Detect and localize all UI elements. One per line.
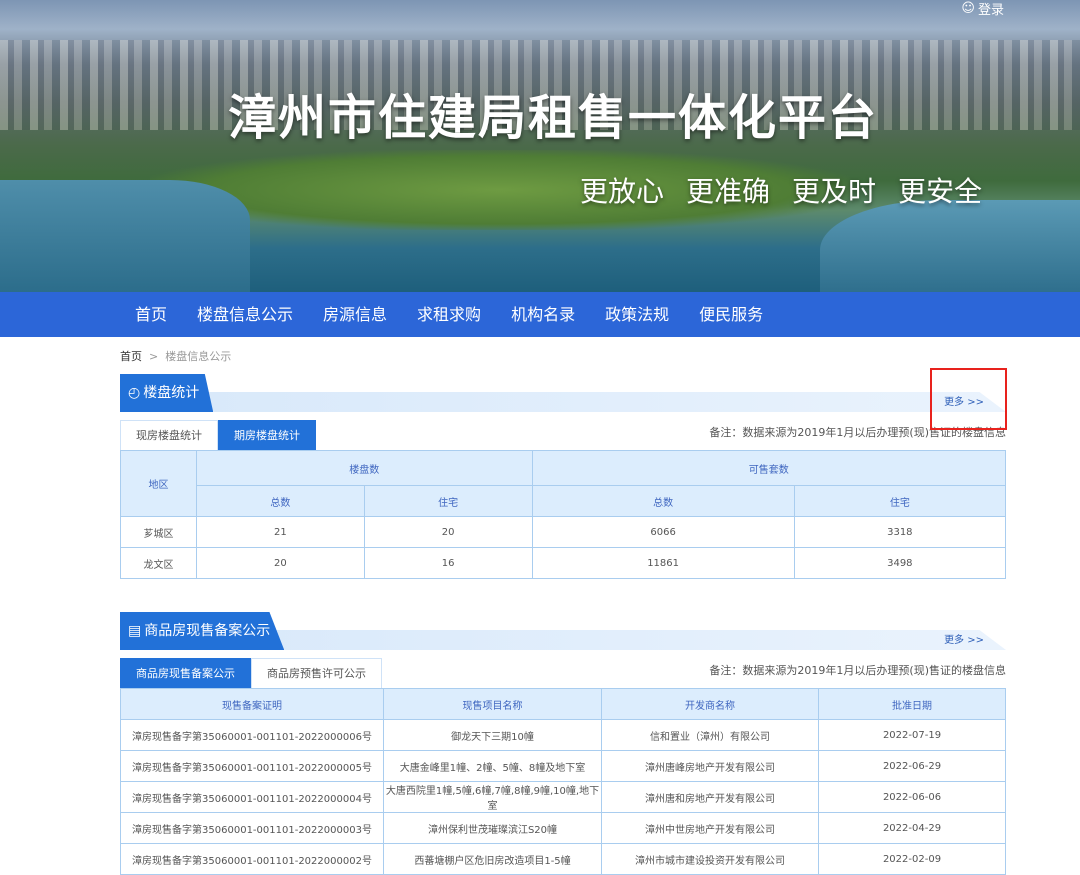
breadcrumb-home[interactable]: 首页 [120, 350, 142, 363]
project-cell[interactable]: 西蕃塘棚户区危旧房改造项目1-5幢 [383, 843, 602, 875]
certificate-cell[interactable]: 漳房现售备字第35060001-001101-2022000005号 [120, 750, 384, 782]
section-title-text: 商品房现售备案公示 [144, 623, 271, 639]
site-title: 漳州市住建局租售一体化平台 [228, 90, 879, 146]
slogan-item: 更准确 [686, 175, 771, 208]
stats-section: ◴ 楼盘统计 更多 >> 现房楼盘统计 期房楼盘统计 备注：数据来源为2019年1… [120, 374, 1007, 579]
filing-tabs: 商品房现售备案公示 商品房预售许可公示 备注：数据来源为2019年1月以后办理预… [120, 658, 1006, 688]
table-row: 漳房现售备字第35060001-001101-2022000005号 大唐金峰里1… [120, 750, 1006, 782]
slogan: 更放心 更准确 更及时 更安全 [580, 170, 982, 210]
more-link[interactable]: 更多 >> [944, 631, 984, 646]
table-row: 漳房现售备字第35060001-001101-2022000003号 漳州保利世茂… [120, 812, 1006, 844]
section-title: ◴ 楼盘统计 [120, 374, 214, 412]
slogan-item: 更及时 [792, 175, 877, 208]
lake-image [820, 200, 1080, 292]
nav-agencies[interactable]: 机构名录 [496, 292, 590, 337]
table-row: 龙文区 20 16 11861 3498 [120, 547, 1007, 579]
cell: 20 [363, 516, 533, 548]
date-cell: 2022-04-29 [818, 812, 1006, 844]
cell: 11861 [531, 547, 795, 579]
slogan-item: 更放心 [580, 175, 665, 208]
col-total: 总数 [531, 485, 795, 517]
pie-chart-icon: ◴ [128, 385, 141, 401]
developer-cell: 信和置业（漳州）有限公司 [601, 719, 819, 751]
project-cell[interactable]: 御龙天下三期10幢 [383, 719, 602, 751]
col-residential: 住宅 [793, 485, 1007, 517]
col-region: 地区 [120, 450, 197, 517]
cell: 龙文区 [120, 547, 197, 579]
developer-cell: 漳州市城市建设投资开发有限公司 [601, 843, 819, 875]
col-group-projects: 楼盘数 [196, 450, 533, 486]
date-cell: 2022-06-29 [818, 750, 1006, 782]
col-residential: 住宅 [363, 485, 533, 517]
tab-existing-stats[interactable]: 现房楼盘统计 [120, 420, 218, 450]
filing-table: 现售备案证明 现售项目名称 开发商名称 批准日期 漳房现售备字第35060001… [120, 688, 1006, 875]
certificate-cell[interactable]: 漳房现售备字第35060001-001101-2022000004号 [120, 781, 384, 813]
col-certificate: 现售备案证明 [120, 688, 384, 720]
main-nav: 首页 楼盘信息公示 房源信息 求租求购 机构名录 政策法规 便民服务 [0, 292, 1080, 337]
project-cell[interactable]: 大唐西院里1幢,5幢,6幢,7幢,8幢,9幢,10幢,地下室 [383, 781, 602, 813]
section-header: ▤ 商品房现售备案公示 更多 >> [120, 612, 1006, 650]
banner: ☺ 登录 漳州市住建局租售一体化平台 更放心 更准确 更及时 更安全 [0, 0, 1080, 292]
table-row: 漳房现售备字第35060001-001101-2022000004号 大唐西院里1… [120, 781, 1006, 813]
certificate-cell[interactable]: 漳房现售备字第35060001-001101-2022000003号 [120, 812, 384, 844]
breadcrumb-current: 楼盘信息公示 [165, 350, 232, 363]
cell: 3498 [793, 547, 1007, 579]
nav-home[interactable]: 首页 [120, 292, 182, 337]
section-header: ◴ 楼盘统计 更多 >> [120, 374, 1006, 412]
cell: 6066 [531, 516, 795, 548]
nav-listings[interactable]: 房源信息 [308, 292, 402, 337]
certificate-cell[interactable]: 漳房现售备字第35060001-001101-2022000006号 [120, 719, 384, 751]
table-row: 漳房现售备字第35060001-001101-2022000002号 西蕃塘棚户区… [120, 843, 1006, 875]
stats-table: 地区 楼盘数 可售套数 总数 住宅 总数 住宅 芗城区 21 20 6066 3318 … [120, 450, 1007, 579]
cell: 20 [196, 547, 365, 579]
date-cell: 2022-06-06 [818, 781, 1006, 813]
project-cell[interactable]: 大唐金峰里1幢、2幢、5幢、8幢及地下室 [383, 750, 602, 782]
col-project: 现售项目名称 [383, 688, 602, 720]
col-total: 总数 [196, 485, 365, 517]
breadcrumb: 首页 > 楼盘信息公示 [120, 348, 231, 364]
tab-presale-permit[interactable]: 商品房预售许可公示 [251, 658, 382, 688]
user-icon: ☺ [961, 1, 975, 16]
section-title: ▤ 商品房现售备案公示 [120, 612, 285, 650]
nav-policies[interactable]: 政策法规 [590, 292, 684, 337]
developer-cell: 漳州唐峰房地产开发有限公司 [601, 750, 819, 782]
date-cell: 2022-02-09 [818, 843, 1006, 875]
stats-tabs: 现房楼盘统计 期房楼盘统计 备注：数据来源为2019年1月以后办理预(现)售证的… [120, 420, 1006, 450]
tab-sale-filing[interactable]: 商品房现售备案公示 [120, 658, 251, 688]
login-link[interactable]: ☺ 登录 [961, 0, 1004, 18]
section-title-text: 楼盘统计 [143, 385, 200, 401]
developer-cell: 漳州唐和房地产开发有限公司 [601, 781, 819, 813]
river-image [0, 180, 250, 292]
login-label: 登录 [977, 3, 1004, 18]
certificate-cell[interactable]: 漳房现售备字第35060001-001101-2022000002号 [120, 843, 384, 875]
col-group-units: 可售套数 [531, 450, 1007, 486]
highlight-box [930, 368, 1007, 430]
date-cell: 2022-07-19 [818, 719, 1006, 751]
cell: 3318 [793, 516, 1007, 548]
slogan-item: 更安全 [898, 175, 983, 208]
col-date: 批准日期 [818, 688, 1006, 720]
table-row: 芗城区 21 20 6066 3318 [120, 516, 1007, 548]
nav-project-info[interactable]: 楼盘信息公示 [182, 292, 308, 337]
col-developer: 开发商名称 [601, 688, 819, 720]
header-bar [120, 392, 1006, 412]
nav-rent-buy[interactable]: 求租求购 [402, 292, 496, 337]
building-icon: ▤ [128, 623, 142, 639]
tab-presale-stats[interactable]: 期房楼盘统计 [218, 420, 316, 450]
breadcrumb-separator: > [149, 350, 159, 363]
cell: 21 [196, 516, 365, 548]
cell: 16 [363, 547, 533, 579]
nav-services[interactable]: 便民服务 [684, 292, 778, 337]
filing-section: ▤ 商品房现售备案公示 更多 >> 商品房现售备案公示 商品房预售许可公示 备注：… [120, 612, 1006, 875]
project-cell[interactable]: 漳州保利世茂璀璨滨江S20幢 [383, 812, 602, 844]
table-row: 漳房现售备字第35060001-001101-2022000006号 御龙天下三期… [120, 719, 1006, 751]
note: 备注：数据来源为2019年1月以后办理预(现)售证的楼盘信息 [709, 664, 1006, 677]
cell: 芗城区 [120, 516, 197, 548]
developer-cell: 漳州中世房地产开发有限公司 [601, 812, 819, 844]
